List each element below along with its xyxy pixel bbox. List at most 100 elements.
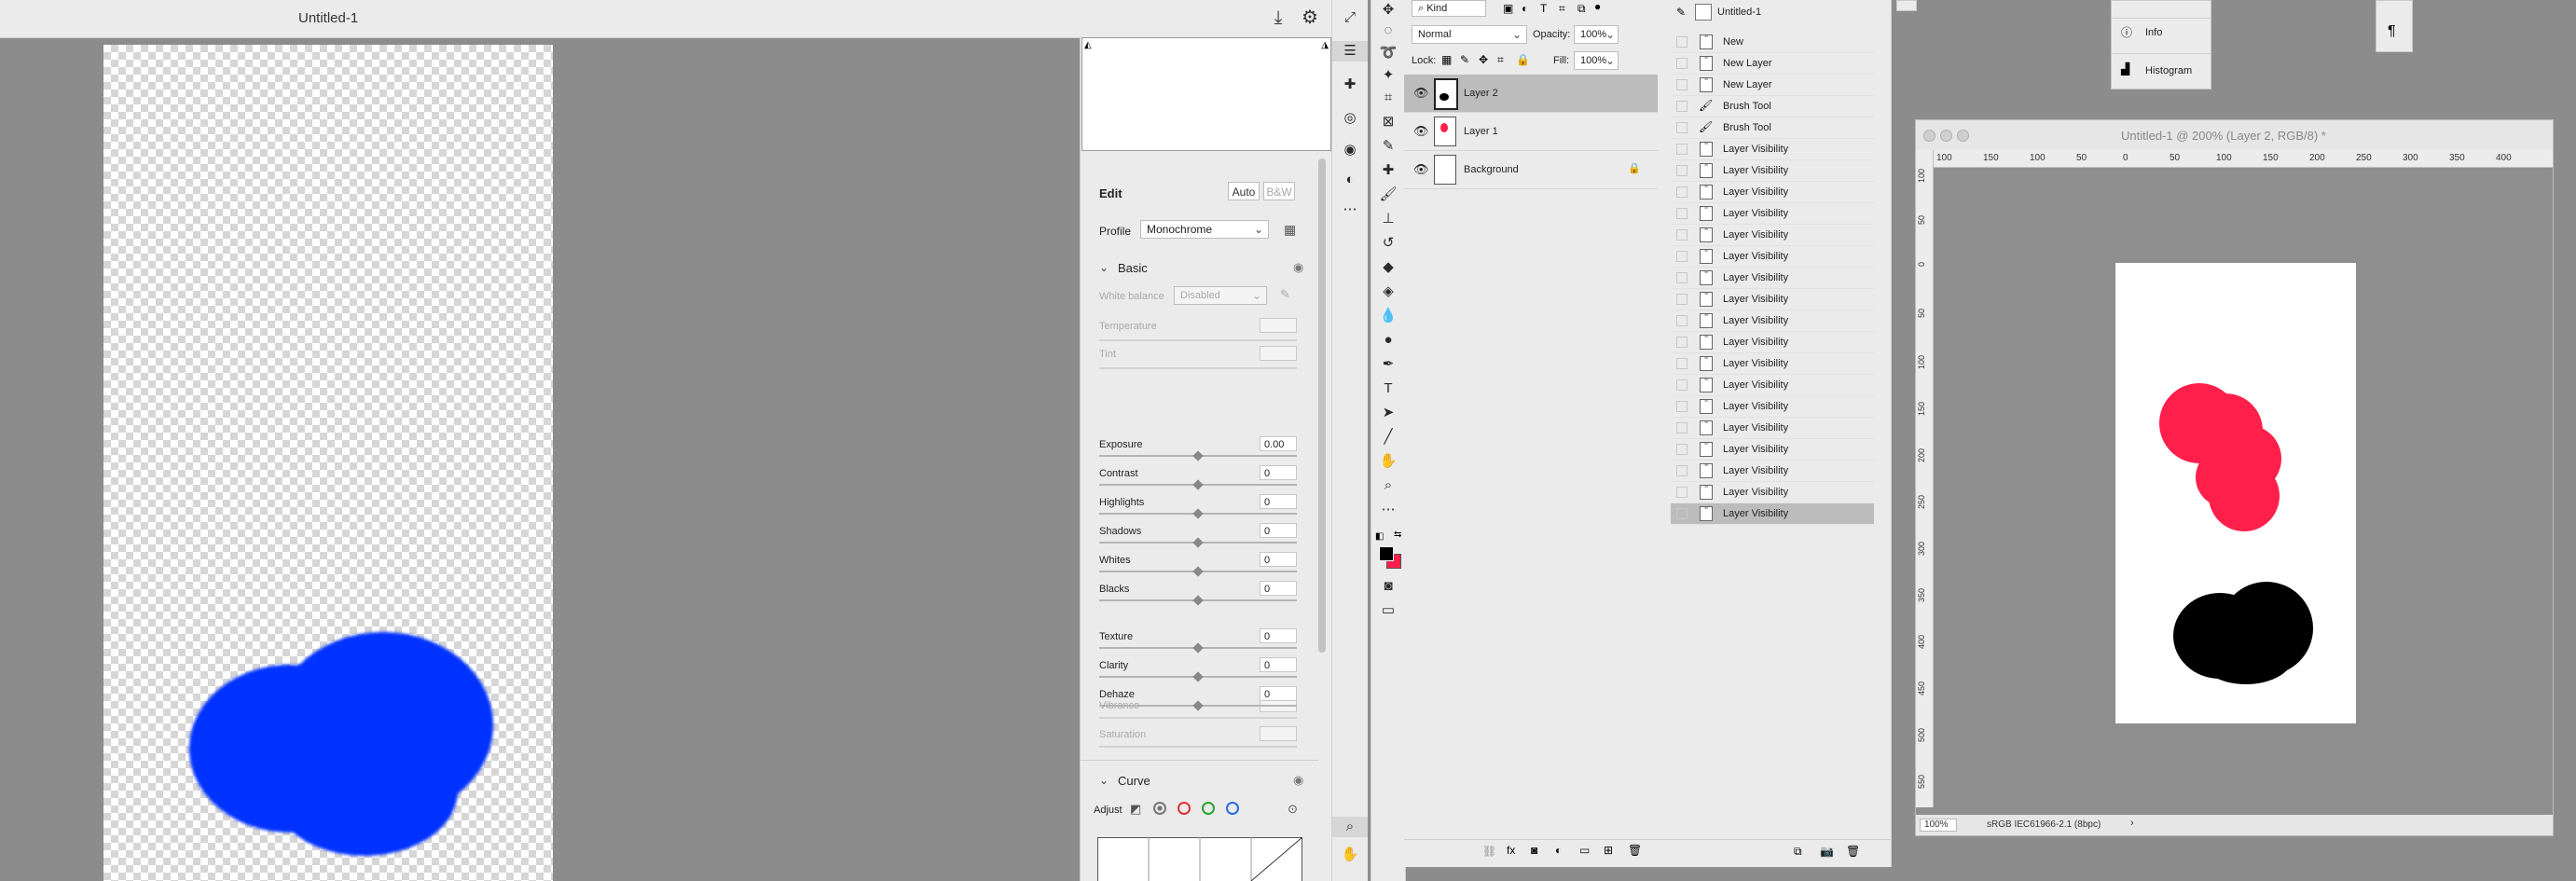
magic-wand-tool-icon[interactable]: ✦ bbox=[1371, 65, 1405, 86]
fx-icon[interactable]: fx bbox=[1507, 844, 1515, 857]
zoom-tool-icon[interactable]: ⌕ bbox=[1371, 475, 1405, 496]
new-group-icon[interactable]: ▭ bbox=[1579, 844, 1590, 857]
history-brush-source-checkbox[interactable] bbox=[1676, 337, 1687, 348]
default-colors-icon[interactable]: ◧ bbox=[1375, 531, 1384, 542]
edit-sliders-icon[interactable]: ☰ bbox=[1332, 41, 1368, 62]
slider-knob[interactable] bbox=[1192, 508, 1204, 519]
adjustment-slider[interactable] bbox=[1099, 479, 1297, 490]
slider-knob[interactable] bbox=[1192, 700, 1204, 711]
snapshot-thumbnail[interactable] bbox=[1695, 4, 1712, 21]
history-brush-source-checkbox[interactable] bbox=[1676, 251, 1687, 262]
auto-button[interactable]: Auto bbox=[1228, 182, 1260, 200]
history-brush-source-checkbox[interactable] bbox=[1676, 444, 1687, 455]
history-brush-source-checkbox[interactable] bbox=[1676, 165, 1687, 176]
history-state[interactable]: ≡ Layer Visibility bbox=[1671, 439, 1874, 461]
lasso-tool-icon[interactable]: ➰ bbox=[1371, 43, 1405, 63]
adjustment-slider[interactable] bbox=[1099, 595, 1297, 606]
fill-field[interactable]: 100% ⌄ bbox=[1574, 51, 1619, 70]
history-state[interactable]: ≡ Layer Visibility bbox=[1671, 396, 1874, 418]
temperature-field[interactable] bbox=[1260, 318, 1297, 333]
panel-scrollbar[interactable] bbox=[1318, 158, 1326, 653]
presets-icon[interactable]: ◐ bbox=[1332, 170, 1368, 190]
marquee-tool-icon[interactable]: ◌ bbox=[1371, 21, 1405, 41]
history-brush-source-checkbox[interactable] bbox=[1676, 58, 1687, 69]
history-brush-source-checkbox[interactable] bbox=[1676, 422, 1687, 434]
history-state[interactable]: ≡ Layer Visibility bbox=[1671, 246, 1874, 268]
history-state[interactable]: ≡ Layer Visibility bbox=[1671, 332, 1874, 353]
slider-value-field[interactable]: 0.00 bbox=[1260, 436, 1297, 451]
curve-graph[interactable] bbox=[1097, 837, 1302, 881]
basic-section-title[interactable]: Basic bbox=[1118, 261, 1148, 275]
line-tool-icon[interactable]: ╱ bbox=[1371, 427, 1405, 447]
history-brush-source-checkbox[interactable] bbox=[1676, 79, 1687, 90]
profile-select[interactable]: Monochrome ⌄ bbox=[1140, 220, 1269, 239]
collapse-basic-icon[interactable]: ⌄ bbox=[1099, 261, 1109, 274]
eye-icon[interactable]: ◉ bbox=[1293, 260, 1303, 275]
parametric-curve-icon[interactable]: ◩ bbox=[1130, 802, 1141, 817]
adjustment-slider[interactable] bbox=[1099, 642, 1297, 654]
type-tool-icon[interactable]: T bbox=[1371, 379, 1405, 399]
slider-value-field[interactable]: 0 bbox=[1260, 465, 1297, 480]
history-state[interactable]: ≡ Layer Visibility bbox=[1671, 482, 1874, 503]
history-brush-source-checkbox[interactable] bbox=[1676, 487, 1687, 498]
visibility-eye-icon[interactable]: 👁 bbox=[1413, 86, 1429, 101]
vibrance-slider[interactable] bbox=[1099, 717, 1297, 719]
history-state[interactable]: ≡ New Layer bbox=[1671, 75, 1874, 96]
history-state[interactable]: ≡ Layer Visibility bbox=[1671, 268, 1874, 289]
history-brush-source-checkbox[interactable] bbox=[1676, 358, 1687, 369]
eyedropper-icon[interactable]: ✎ bbox=[1280, 287, 1290, 302]
info-panel-label[interactable]: Info bbox=[2145, 27, 2162, 38]
blur-tool-icon[interactable]: 💧 bbox=[1371, 306, 1405, 326]
zoom-window-icon[interactable] bbox=[1957, 130, 1969, 142]
history-state[interactable]: ≡ Layer Visibility bbox=[1671, 375, 1874, 396]
close-window-icon[interactable] bbox=[1923, 130, 1935, 142]
collapse-curve-icon[interactable]: ⌄ bbox=[1099, 774, 1109, 787]
adjustment-filter-icon[interactable]: ◐ bbox=[1522, 2, 1528, 15]
layer-row[interactable]: 👁 Background 🔒 bbox=[1404, 151, 1658, 189]
history-brush-source-checkbox[interactable] bbox=[1676, 465, 1687, 476]
quick-mask-icon[interactable]: ◙ bbox=[1371, 576, 1405, 597]
pen-tool-icon[interactable]: ✒ bbox=[1371, 354, 1405, 375]
adjustment-slider[interactable] bbox=[1099, 508, 1297, 519]
history-state[interactable]: ≡ Layer Visibility bbox=[1671, 139, 1874, 160]
history-brush-source-checkbox[interactable] bbox=[1676, 315, 1687, 326]
preview-canvas[interactable] bbox=[103, 45, 553, 881]
new-document-from-state-icon[interactable]: ⧉ bbox=[1794, 845, 1802, 859]
hand-icon[interactable]: ✋ bbox=[1332, 845, 1368, 865]
slider-knob[interactable] bbox=[1192, 450, 1204, 461]
more-icon[interactable]: ⋯ bbox=[1332, 200, 1368, 220]
camera-icon[interactable]: 📷 bbox=[1820, 845, 1834, 858]
adjustment-slider[interactable] bbox=[1099, 700, 1297, 711]
lock-artboard-icon[interactable]: ⌗ bbox=[1497, 53, 1504, 67]
slider-value-field[interactable]: 0 bbox=[1260, 523, 1297, 538]
slider-value-field[interactable]: 0 bbox=[1260, 581, 1297, 596]
saturation-slider[interactable] bbox=[1099, 746, 1297, 748]
slider-knob[interactable] bbox=[1192, 671, 1204, 682]
history-state[interactable]: ≡ Layer Visibility bbox=[1671, 182, 1874, 203]
info-icon[interactable]: ⓘ bbox=[2121, 24, 2132, 40]
masking-icon[interactable]: ◎ bbox=[1332, 108, 1368, 129]
trash-icon[interactable]: 🗑 bbox=[1628, 844, 1642, 857]
histogram-icon[interactable]: ▟ bbox=[2121, 62, 2129, 76]
shape-filter-icon[interactable]: ⌗ bbox=[1559, 2, 1565, 16]
history-state[interactable]: ≡ Layer Visibility bbox=[1671, 461, 1874, 482]
brush-tool-icon[interactable]: 🖌 bbox=[1371, 185, 1405, 205]
white-balance-select[interactable]: Disabled ⌄ bbox=[1174, 286, 1267, 305]
history-state[interactable]: ≡ Layer Visibility bbox=[1671, 353, 1874, 375]
healing-brush-tool-icon[interactable]: ✚ bbox=[1371, 160, 1405, 181]
eyedropper-tool-icon[interactable]: ✎ bbox=[1371, 136, 1405, 157]
trash-icon[interactable]: 🗑 bbox=[1846, 845, 1860, 858]
history-brush-source-checkbox[interactable] bbox=[1676, 229, 1687, 241]
slider-value-field[interactable]: 0 bbox=[1260, 657, 1297, 672]
slider-value-field[interactable]: 0 bbox=[1260, 686, 1297, 701]
highlight-clipping-icon[interactable]: ◮ bbox=[1321, 40, 1329, 50]
gear-icon[interactable]: ⚙ bbox=[1298, 6, 1322, 30]
smart-object-filter-icon[interactable]: ⧉ bbox=[1577, 2, 1586, 16]
more-tools-icon[interactable]: ⋯ bbox=[1371, 500, 1405, 520]
snapshot-brush-icon[interactable]: ✎ bbox=[1676, 6, 1686, 19]
hand-tool-icon[interactable]: ✋ bbox=[1371, 451, 1405, 472]
saturation-field[interactable] bbox=[1260, 726, 1297, 741]
history-brush-source-checkbox[interactable] bbox=[1676, 101, 1687, 112]
history-state[interactable]: ≡ Layer Visibility bbox=[1671, 418, 1874, 439]
save-icon[interactable]: ⤓ bbox=[1266, 6, 1290, 30]
